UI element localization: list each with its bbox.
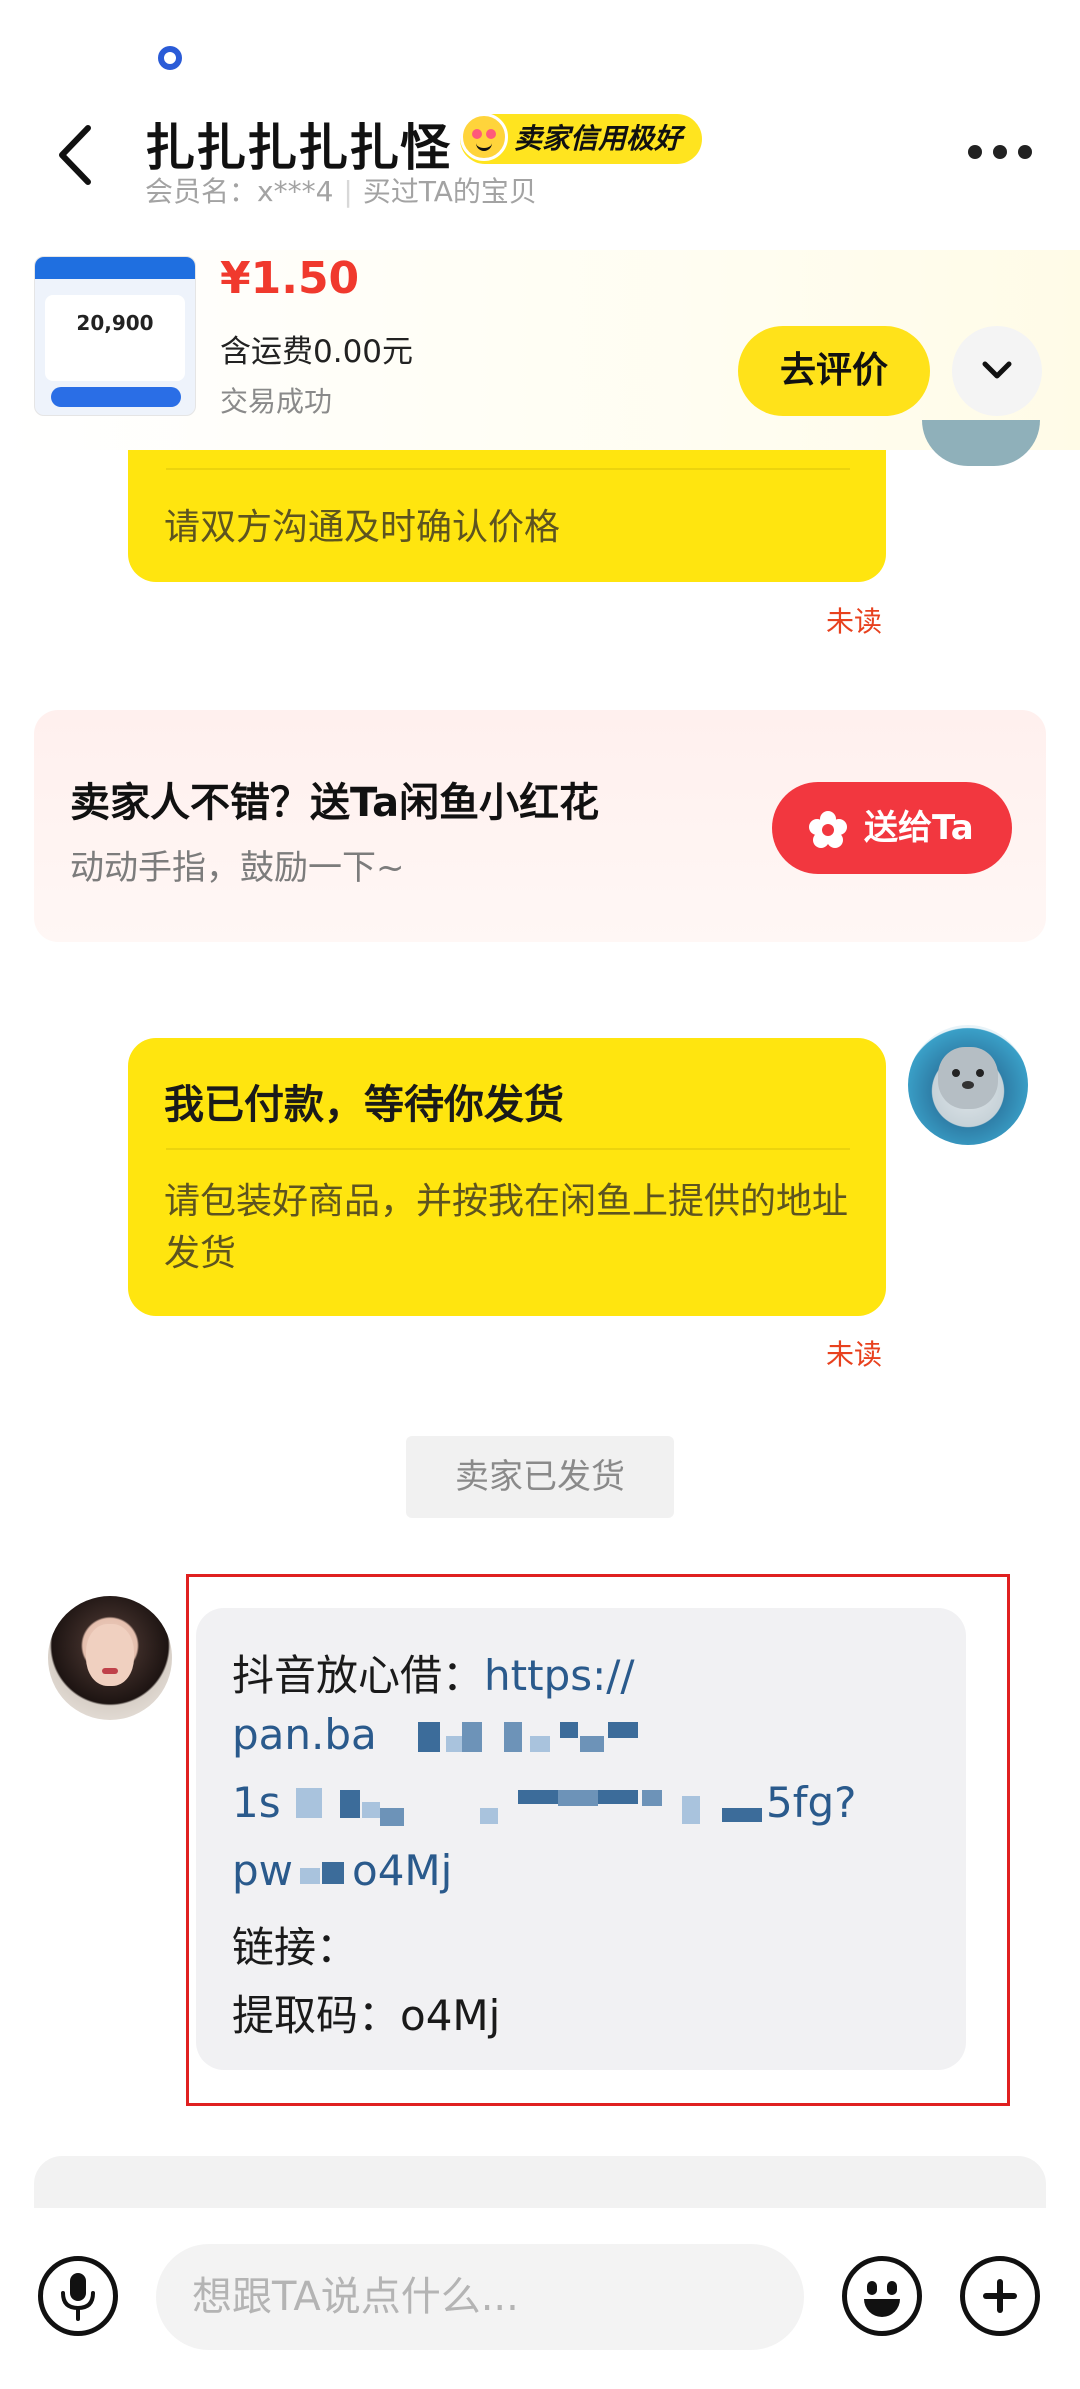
product-thumbnail[interactable]: 20,900 — [34, 256, 196, 416]
divider: | — [343, 175, 353, 208]
chevron-left-icon — [59, 125, 91, 185]
dot-icon — [1018, 145, 1032, 159]
message-line: 抖音放心借：https:// — [232, 1642, 635, 1703]
message-line: pw — [232, 1846, 293, 1895]
emoji-mouth — [864, 2299, 900, 2317]
expand-button[interactable] — [952, 326, 1042, 416]
mosaic-block — [722, 1808, 762, 1822]
bought-items-link[interactable]: 买过TA的宝贝 — [363, 175, 537, 208]
back-button[interactable] — [48, 120, 108, 190]
link-label: 链接： — [232, 1923, 359, 1972]
chevron-down-icon — [982, 361, 1012, 379]
seller-avatar[interactable] — [48, 1596, 172, 1720]
payment-message-text: 请包装好商品，并按我在闲鱼上提供的地址发货 — [164, 1181, 849, 1274]
mosaic-block — [530, 1736, 550, 1752]
thumbnail-button — [51, 387, 181, 407]
mosaic-block — [642, 1790, 662, 1806]
mosaic-block — [480, 1808, 498, 1824]
share-link[interactable]: 5fg? — [766, 1778, 856, 1827]
add-attachment-button[interactable] — [960, 2256, 1040, 2336]
message-line: 5fg? — [766, 1778, 856, 1827]
share-link[interactable]: https:// — [484, 1651, 635, 1700]
bubble-divider — [166, 1148, 850, 1150]
share-link[interactable]: 1s — [232, 1778, 281, 1827]
mosaic-block — [300, 1868, 320, 1884]
read-status: 未读 — [826, 605, 883, 638]
message-text: 请双方沟通及时确认价格 — [164, 507, 561, 548]
mosaic-block — [558, 1790, 598, 1806]
bubble-divider — [166, 468, 850, 470]
plus-icon — [997, 2279, 1003, 2313]
message-line: 1s — [232, 1778, 281, 1827]
read-status: 未读 — [826, 1338, 883, 1371]
product-price: ¥1.50 — [220, 253, 360, 304]
emoji-button[interactable] — [842, 2256, 922, 2336]
dot-icon — [968, 145, 982, 159]
flower-card-title: 卖家人不错？送Ta闲鱼小红花 — [70, 780, 600, 826]
mosaic-block — [518, 1790, 558, 1804]
flower-icon — [809, 811, 847, 848]
mosaic-block — [504, 1722, 522, 1752]
mosaic-block — [322, 1862, 344, 1884]
review-button[interactable]: 去评价 — [738, 326, 930, 416]
message-prefix: 抖音放心借： — [232, 1651, 485, 1700]
mosaic-block — [560, 1722, 578, 1738]
microphone-icon — [61, 2273, 95, 2321]
mosaic-block — [362, 1802, 380, 1818]
shipped-system-label: 卖家已发货 — [406, 1436, 674, 1518]
face-icon — [86, 1624, 134, 1686]
share-link[interactable]: pw — [232, 1846, 293, 1895]
member-name: 会员名：x***4 — [145, 175, 334, 208]
share-link[interactable]: o4Mj — [352, 1846, 452, 1895]
trade-status: 交易成功 — [220, 385, 333, 418]
mosaic-block — [380, 1808, 404, 1826]
smiley-heart-eyes-icon — [460, 113, 508, 161]
message-line: pan.ba — [232, 1710, 377, 1759]
mosaic-block — [682, 1796, 700, 1824]
mosaic-block — [580, 1736, 604, 1752]
more-options-button[interactable] — [968, 145, 1032, 161]
message-line: o4Mj — [352, 1846, 452, 1895]
emoji-eye — [867, 2281, 877, 2295]
buyer-avatar[interactable] — [922, 420, 1040, 466]
seller-subinfo: 会员名：x***4 | 买过TA的宝贝 — [145, 170, 537, 210]
voice-button[interactable] — [38, 2256, 118, 2336]
mosaic-block — [340, 1790, 360, 1818]
message-input[interactable] — [156, 2244, 804, 2350]
mosaic-block — [598, 1790, 638, 1804]
thumbnail-amount: 20,900 — [76, 311, 154, 335]
dot-icon — [993, 145, 1007, 159]
emoji-eye — [887, 2281, 897, 2295]
mosaic-block — [296, 1788, 322, 1818]
thumbnail-card: 20,900 — [45, 295, 185, 381]
buyer-avatar[interactable] — [908, 1025, 1028, 1145]
shipping-fee: 含运费0.00元 — [220, 334, 414, 370]
mosaic-block — [462, 1722, 482, 1752]
seal-icon — [938, 1047, 998, 1109]
status-indicator-icon — [158, 46, 182, 70]
message-line: 提取码：o4Mj — [232, 1982, 500, 2043]
mosaic-block — [418, 1722, 440, 1752]
flower-card-subtitle: 动动手指，鼓励一下~ — [70, 848, 405, 888]
thumbnail-header — [35, 257, 195, 279]
payment-message-title: 我已付款，等待你发货 — [164, 1082, 564, 1128]
share-link[interactable]: pan.ba — [232, 1710, 377, 1759]
mosaic-block — [608, 1722, 638, 1738]
message-line: 链接： — [232, 1914, 358, 1975]
extraction-code: 提取码：o4Mj — [232, 1991, 501, 2040]
